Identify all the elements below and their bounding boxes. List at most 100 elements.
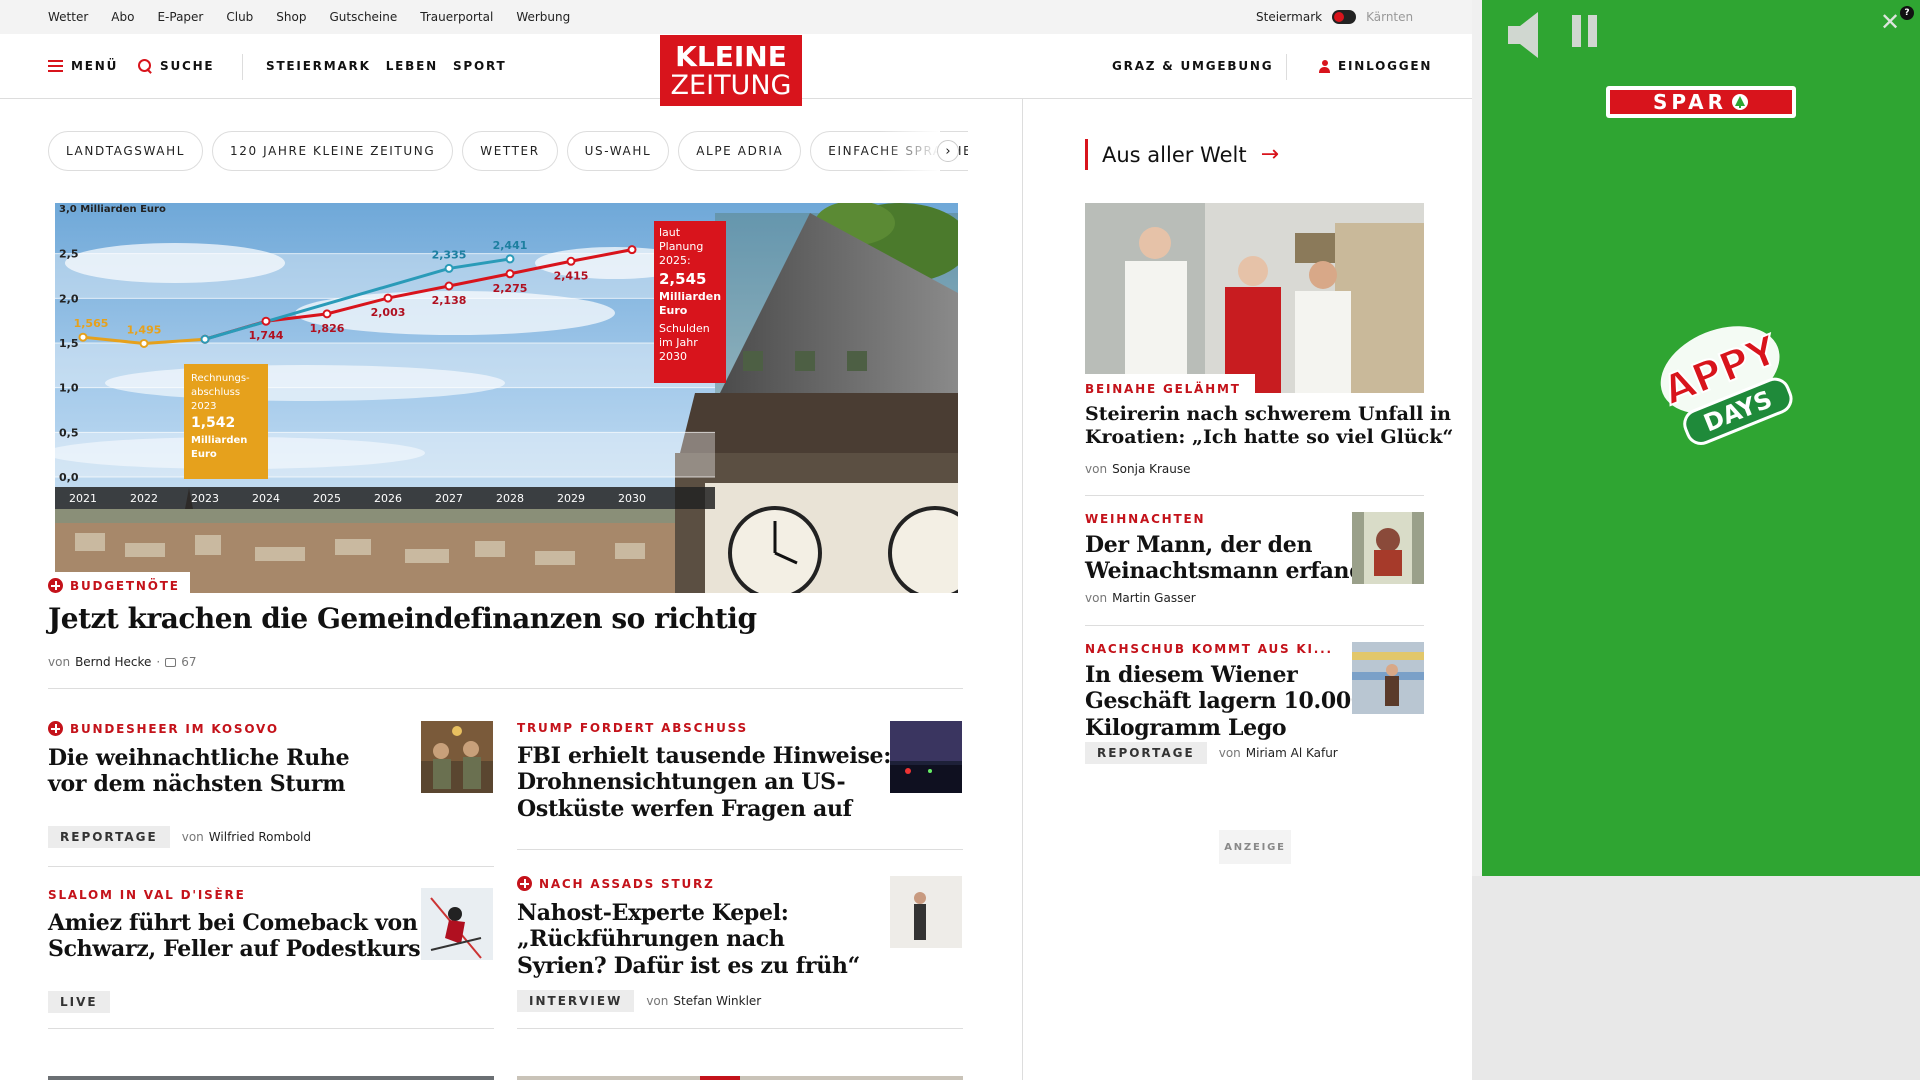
chart-data-label: 2,415 [554,269,589,282]
article-author[interactable]: Miriam Al Kafur [1246,746,1338,760]
login-button[interactable]: EINLOGGEN [1319,34,1432,98]
menu-button[interactable]: MENÜ [48,34,118,98]
tag-us-wahl[interactable]: US-WAHL [566,131,670,171]
article-byline: von Stefan Winkler [646,994,761,1008]
label-reportage: REPORTAGE [1085,742,1207,764]
spar-ad-banner[interactable]: ✕ ? SPAR APPY DAYS [1482,0,1920,876]
link-werbung[interactable]: Werbung [516,10,570,24]
speaker-muted-icon[interactable] [1506,10,1546,60]
chart-ytick: 1,5 [59,337,79,350]
ad-background [1472,876,1920,1080]
plus-icon [48,578,63,593]
article-meta: LIVE [48,991,110,1013]
link-epaper[interactable]: E-Paper [157,10,203,24]
article-card[interactable]: SLALOM IN VAL D'ISÈRE Amiez führt bei Co… [48,888,494,1018]
spar-logo-text: SPAR [1652,90,1728,114]
region-steiermark[interactable]: Steiermark [1256,10,1322,24]
info-icon[interactable]: ? [1900,6,1914,20]
user-icon [1319,59,1330,73]
hamburger-icon [48,60,63,72]
site-logo[interactable]: KLEINE ZEITUNG [660,35,802,106]
article-meta: REPORTAGE von Wilfried Rombold [48,826,311,848]
chart-point [261,316,271,326]
pause-icon[interactable] [1572,15,1597,47]
byline-prefix: von [181,830,204,844]
divider [517,849,963,850]
hero-kicker[interactable]: BUDGETNÖTE [40,572,190,597]
link-abo[interactable]: Abo [111,10,134,24]
nav-steiermark[interactable]: STEIERMARK [266,59,371,73]
section-title: Aus aller Welt [1102,142,1247,167]
fir-tree-icon [1732,94,1749,110]
article-byline: von Sonja Krause [1085,462,1191,476]
region-kaernten[interactable]: Kärnten [1366,10,1413,24]
chart-ytick: 0,0 [59,471,79,484]
label-interview: INTERVIEW [517,990,635,1012]
comment-count[interactable]: 67 [181,655,196,669]
chart-point [505,269,515,279]
chart-ytick: 0,5 [59,426,79,439]
article-author[interactable]: Stefan Winkler [673,994,761,1008]
hero-author[interactable]: Bernd Hecke [75,655,151,669]
article-author[interactable]: Sonja Krause [1112,462,1190,476]
article-card[interactable]: TRUMP FORDERT ABSCHUSS FBI erhielt tause… [517,721,963,851]
chart-data-label: 1,826 [310,322,345,335]
article-card[interactable]: NACH ASSADS STURZ Nahost-Experte Kepel: … [517,876,963,1016]
kicker-text: WEIHNACHTEN [1085,512,1206,526]
tag-landtagswahl[interactable]: LANDTAGSWAHL [48,131,204,171]
chart-point [383,293,393,303]
portrait-photo [890,876,962,948]
article-card[interactable]: BUNDESHEER IM KOSOVO Die weihnachtliche … [48,721,494,851]
link-trauerportal[interactable]: Trauerportal [420,10,493,24]
chart-ytick: 2,0 [59,292,79,305]
article-author[interactable]: Wilfried Rombold [209,830,311,844]
search-button[interactable]: SUCHE [138,34,214,98]
hero-title[interactable]: Jetzt krachen die Gemeindefinanzen so ri… [48,602,757,636]
local-nav-graz[interactable]: GRAZ & UMGEBUNG [1112,34,1273,98]
article-photo[interactable] [1085,203,1424,393]
link-club[interactable]: Club [226,10,253,24]
nav-sport[interactable]: SPORT [453,59,507,73]
article-title: In diesem Wiener Geschäft lagern 10.000 … [1085,662,1366,741]
tag-wetter[interactable]: WETTER [462,131,558,171]
section-aus-aller-welt[interactable]: Aus aller Welt → [1085,139,1279,170]
topic-tags: LANDTAGSWAHL 120 JAHRE KLEINE ZEITUNG WE… [48,131,968,171]
column-divider [1022,99,1023,1080]
search-label: SUCHE [160,59,215,73]
nav-leben[interactable]: LEBEN [386,59,438,73]
article-author[interactable]: Martin Gasser [1112,591,1196,605]
news-site: Wetter Abo E-Paper Club Shop Gutscheine … [0,0,1472,1080]
hero-byline: von Bernd Hecke · 67 [48,655,196,669]
appy-days-graphic: APPY DAYS [1656,326,1793,445]
article-card[interactable]: WEIHNACHTEN Der Mann, der den Weinachtsm… [1085,512,1424,612]
article-thumbnail [517,1076,963,1080]
kicker-text: NACH ASSADS STURZ [539,876,715,891]
tag-alpe-adria[interactable]: ALPE ADRIA [678,131,802,171]
kicker-text: NACHSCHUB KOMMT AUS KI... [1085,642,1333,656]
article-title[interactable]: Steirerin nach schwerem Unfall in Kroati… [1085,403,1453,449]
tag-120-jahre[interactable]: 120 JAHRE KLEINE ZEITUNG [212,131,454,171]
link-gutscheine[interactable]: Gutscheine [329,10,397,24]
region-toggle[interactable] [1332,10,1357,24]
note-orange-line: Euro [191,449,217,460]
shop-photo [1352,642,1424,714]
article-title: Die weihnachtliche Ruhe vor dem nächsten… [48,745,350,798]
tags-next-button[interactable]: › [937,140,959,162]
byline-prefix: von [1085,591,1108,605]
link-shop[interactable]: Shop [276,10,306,24]
region-switch: Steiermark Kärnten [1256,0,1413,34]
article-kicker: WEIHNACHTEN [1085,512,1205,526]
article-card[interactable]: NACHSCHUB KOMMT AUS KI... In diesem Wien… [1085,642,1424,764]
close-icon[interactable]: ✕ [1880,8,1900,36]
kicker-text: BEINAHE GELÄHMT [1085,382,1241,396]
dot: · [156,655,161,669]
title-line: In diesem Wiener [1085,662,1298,688]
hero-image[interactable]: 1,565 1,495 1,744 1,826 2,003 2,138 2,275 2,415… [55,203,958,593]
title-line: Drohnensichtungen an US- [517,769,846,796]
article-thumbnail [1352,642,1424,714]
chart-point [139,338,149,348]
article-thumbnail [890,876,962,948]
link-wetter[interactable]: Wetter [48,10,88,24]
ad-label: ANZEIGE [1219,830,1291,864]
article-kicker: BUNDESHEER IM KOSOVO [48,721,279,736]
